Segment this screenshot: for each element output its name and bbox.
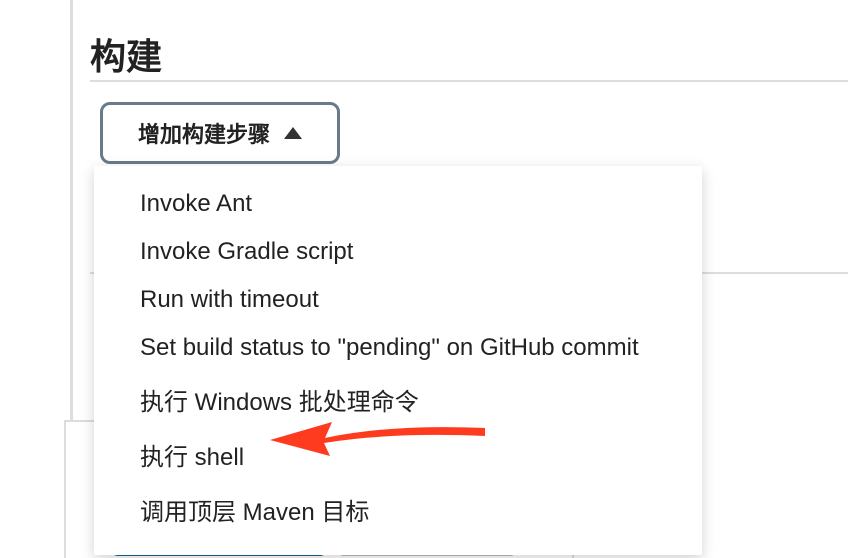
menu-item-invoke-gradle[interactable]: Invoke Gradle script <box>94 228 702 276</box>
menu-item-invoke-ant[interactable]: Invoke Ant <box>94 180 702 228</box>
chevron-up-icon <box>284 127 302 139</box>
menu-item-execute-shell[interactable]: 执行 shell <box>94 427 702 482</box>
add-build-step-button[interactable]: 增加构建步骤 <box>100 102 340 164</box>
add-build-step-label: 增加构建步骤 <box>138 117 270 149</box>
menu-item-run-timeout[interactable]: Run with timeout <box>94 276 702 324</box>
menu-item-github-pending[interactable]: Set build status to "pending" on GitHub … <box>94 324 702 372</box>
vertical-divider <box>70 0 73 420</box>
menu-item-maven-top[interactable]: 调用顶层 Maven 目标 <box>94 482 702 537</box>
menu-item-windows-batch[interactable]: 执行 Windows 批处理命令 <box>94 372 702 427</box>
section-heading: 构建 <box>90 28 162 80</box>
section-rule <box>90 80 848 82</box>
build-step-dropdown-menu: Invoke Ant Invoke Gradle script Run with… <box>94 166 702 555</box>
